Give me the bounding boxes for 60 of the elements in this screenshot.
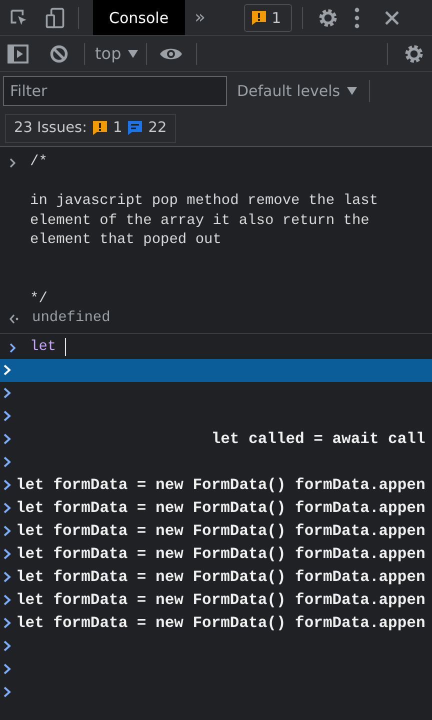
chevron-icon xyxy=(3,433,11,445)
suggestion-text: let formData = new FormData() formData.appen xyxy=(16,568,426,586)
console-tab[interactable]: Console xyxy=(93,0,185,35)
caret-icon xyxy=(128,50,138,58)
chevron-icon xyxy=(3,479,11,491)
suggestion-item[interactable]: let formData = new FormData() formData.appen xyxy=(0,474,432,496)
issues-button[interactable]: 23 Issues: 1 22 xyxy=(5,114,176,142)
close-icon[interactable] xyxy=(384,10,400,26)
suggestion-text: let formData = new FormData() formData.appen xyxy=(16,614,426,632)
suggestion-item[interactable]: let called = await call xyxy=(0,428,432,450)
filter-field[interactable]: Filter xyxy=(3,76,227,106)
suggestion-item[interactable]: let formData = new FormData() formData.appen xyxy=(0,566,432,588)
chevron-icon xyxy=(3,364,11,376)
settings-icon[interactable] xyxy=(317,6,340,28)
warning-count: 1 xyxy=(272,8,282,26)
chevron-icon xyxy=(3,548,11,560)
chevron-icon xyxy=(3,663,11,675)
chevron-icon xyxy=(3,686,11,698)
suggestion-item[interactable]: let formData = new FormData() formData.appen xyxy=(0,612,432,634)
console-input-text: /* in javascript pop method remove the last element of the array it also return the element that poped out */ xyxy=(30,153,378,308)
suggestion-text: let formData = new FormData() formData.appen xyxy=(16,499,426,517)
warning-icon xyxy=(250,10,267,26)
issues-label: 23 Issues: xyxy=(14,120,87,136)
console-input-field[interactable]: let xyxy=(30,338,66,356)
info-count: 22 xyxy=(148,120,167,136)
chevron-icon xyxy=(3,525,11,537)
return-arrow-icon xyxy=(9,314,19,324)
settings-icon[interactable] xyxy=(403,42,425,64)
warning-count: 1 xyxy=(113,120,122,136)
chevron-icon xyxy=(3,456,11,468)
suggestion-text: let formData = new FormData() formData.appen xyxy=(16,522,426,540)
suggestion-item[interactable]: let formData = new FormData() formData.appen xyxy=(0,520,432,542)
chevron-icon xyxy=(3,571,11,583)
chevron-icon xyxy=(3,387,11,399)
warning-icon xyxy=(92,120,108,136)
suggestion-text: let formData = new FormData() formData.appen xyxy=(16,476,426,494)
console-result-text: undefined xyxy=(32,309,110,328)
device-icon[interactable] xyxy=(44,6,66,28)
chevron-icon xyxy=(3,502,11,514)
chevron-icon xyxy=(3,410,11,422)
levels-dropdown[interactable]: Default levels xyxy=(237,82,358,100)
caret-icon xyxy=(347,87,358,95)
context-dropdown[interactable]: top xyxy=(95,44,138,63)
clear-icon[interactable] xyxy=(49,44,69,64)
message-icon xyxy=(127,120,144,136)
sidebar-icon[interactable] xyxy=(7,42,29,64)
suggestion-item[interactable]: let formData = new FormData() formData.appen xyxy=(0,588,432,612)
issues-badge[interactable]: 1 xyxy=(244,4,292,32)
chevron-icon xyxy=(9,158,17,168)
suggestion-item[interactable]: let formData = new FormData() formData.appen xyxy=(0,496,432,520)
suggestion-text: let formData = new FormData() formData.appen xyxy=(16,545,426,563)
more-tabs-button[interactable]: » xyxy=(194,7,206,28)
prompt-icon xyxy=(9,342,17,352)
suggestion-item[interactable]: let formData = new FormData() formData.appen xyxy=(0,542,432,566)
chevron-icon xyxy=(3,640,11,652)
more-options-icon[interactable] xyxy=(354,6,360,28)
chevron-icon xyxy=(3,617,11,629)
suggestion-text: let formData = new FormData() formData.appen xyxy=(16,591,426,609)
suggestion-text: let called = await call xyxy=(210,430,426,448)
chevron-icon xyxy=(3,594,11,606)
